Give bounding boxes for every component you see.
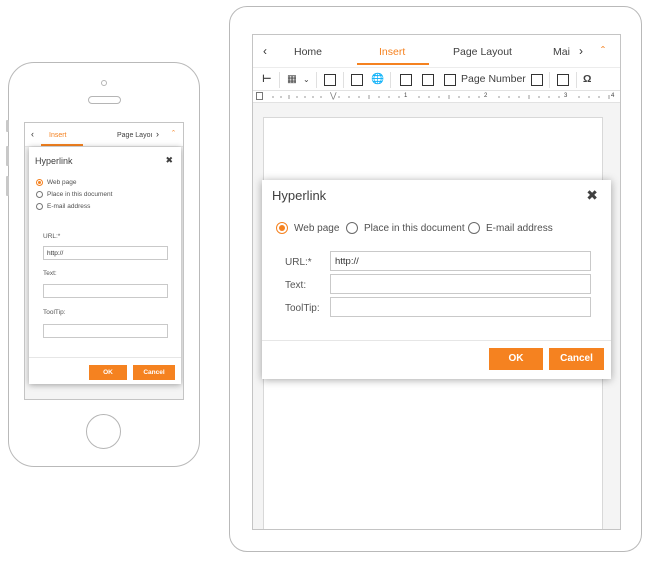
phone-volume-down [6,176,9,196]
active-tab-indicator [41,144,83,146]
radio-selected-icon[interactable] [276,222,288,234]
indent-marker-icon[interactable]: ⋁ [330,91,337,100]
radio-label: Web page [294,222,340,234]
page-count-icon[interactable] [531,74,543,86]
toolbar-separator [316,72,317,88]
text-input[interactable] [330,274,591,294]
chevron-left-icon[interactable]: ‹ [31,129,34,139]
page-number-icon[interactable] [444,74,456,86]
chevron-down-icon[interactable]: ⌄ [303,75,310,84]
radio-icon[interactable] [36,203,43,210]
radio-email-address[interactable]: E-mail address [36,203,90,210]
table-icon[interactable]: ▦ [287,73,297,85]
chevron-right-icon[interactable]: › [579,44,583,58]
toolbar-separator [576,72,577,88]
radio-label: Place in this document [364,222,465,234]
symbol-icon[interactable]: Ω [583,73,591,85]
url-input[interactable]: http:// [330,251,591,271]
dialog-title: Hyperlink [272,188,327,203]
phone-screen: ‹ Insert Page Layoı › ˆ Hyperlink ✖ Web … [24,122,184,400]
close-icon[interactable]: ✖ [586,187,598,204]
phone-speaker [88,96,121,104]
toolbar-separator [279,72,280,88]
phone-ribbon-tabs: ‹ Insert Page Layoı › ˆ [25,123,183,147]
tab-insert[interactable]: Insert [49,132,67,139]
ruler-number: 2 [484,93,488,99]
insert-toolbar: ⊢ ▦ ⌄ 🌐 Page Number Ω [253,67,620,91]
radio-web-page[interactable]: Web page [36,179,77,186]
ruler-number: 1 [404,93,408,99]
url-label: URL:* [285,257,312,268]
page-break-icon[interactable]: ⊢ [262,73,272,85]
text-label: Text: [43,270,57,277]
dialog-footer-divider [262,340,611,341]
ok-button[interactable]: OK [489,348,543,370]
radio-place-in-document[interactable]: Place in this document [36,191,112,198]
chevron-up-icon[interactable]: ˆ [172,129,175,139]
radio-label: Web page [47,179,77,186]
toolbar-separator [343,72,344,88]
tooltip-label: ToolTip: [285,303,320,314]
cancel-button[interactable]: Cancel [133,365,175,380]
tab-mailings[interactable]: Mai [553,46,570,58]
toolbar-separator [549,72,550,88]
tab-stop-icon[interactable] [256,92,263,100]
ribbon-tabs: ‹ Home Insert Page Layout Mai › ˆ [253,35,620,67]
chevron-left-icon[interactable]: ‹ [263,44,267,58]
radio-label: E-mail address [486,222,553,234]
phone-home-button[interactable] [86,414,121,449]
hyperlink-icon[interactable]: 🌐 [371,72,384,85]
phone-volume-up [6,146,9,166]
tooltip-input[interactable] [43,324,168,338]
horizontal-ruler: ⋁ 1 2 3 4 [253,91,620,103]
tab-home[interactable]: Home [294,46,322,58]
text-input[interactable] [43,284,168,298]
header-icon[interactable] [400,74,412,86]
hyperlink-dialog: Hyperlink ✖ Web page Place in this docum… [262,180,611,379]
ok-button[interactable]: OK [89,365,127,380]
close-icon[interactable]: ✖ [165,155,173,166]
tooltip-label: ToolTip: [43,309,66,316]
ruler-number: 4 [611,93,615,99]
dialog-footer-divider [29,357,181,358]
tab-page-layout[interactable]: Page Layoı [117,132,152,139]
radio-web-page[interactable]: Web page [276,222,339,234]
text-box-icon[interactable] [351,74,363,86]
picture-icon[interactable] [324,74,336,86]
url-label: URL:* [43,233,61,240]
url-input[interactable]: http:// [43,246,168,260]
tab-page-layout[interactable]: Page Layout [453,46,512,58]
footer-icon[interactable] [422,74,434,86]
cancel-button[interactable]: Cancel [549,348,604,370]
dialog-title: Hyperlink [35,156,73,166]
radio-place-in-document[interactable]: Place in this document [346,222,465,234]
tab-insert[interactable]: Insert [379,46,405,58]
radio-label: Place in this document [47,191,113,198]
phone-mute-switch [6,120,9,132]
radio-icon[interactable] [346,222,358,234]
tooltip-input[interactable] [330,297,591,317]
radio-selected-icon[interactable] [36,179,43,186]
page-number-label[interactable]: Page Number [461,73,526,85]
toolbar-separator [390,72,391,88]
hyperlink-dialog: Hyperlink ✖ Web page Place in this docum… [29,147,181,384]
field-icon[interactable] [557,74,569,86]
radio-icon[interactable] [36,191,43,198]
ruler-number: 3 [564,93,568,99]
radio-label: E-mail address [47,203,91,210]
chevron-right-icon[interactable]: › [156,129,159,139]
text-label: Text: [285,280,307,291]
radio-email-address[interactable]: E-mail address [468,222,553,234]
radio-icon[interactable] [468,222,480,234]
phone-camera [101,80,107,86]
active-tab-indicator [357,63,429,65]
chevron-up-icon[interactable]: ˆ [601,44,605,58]
